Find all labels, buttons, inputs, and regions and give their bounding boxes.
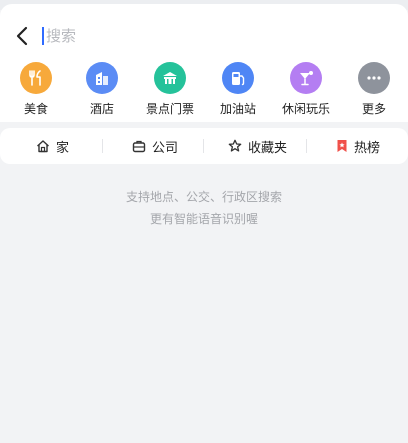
category-label: 加油站 — [219, 102, 256, 116]
home-icon — [37, 140, 49, 153]
category-label: 休闲玩乐 — [281, 102, 330, 116]
search-input[interactable] — [46, 27, 366, 45]
bookmark-icon — [337, 140, 347, 152]
category-food[interactable]: 美食 — [2, 62, 70, 117]
category-row: 美食 酒店 景点门票 加油站 休闲玩乐 更多 — [0, 62, 408, 122]
more-icon — [358, 62, 390, 94]
hotel-icon — [86, 62, 118, 94]
chevron-left-icon — [16, 26, 28, 46]
divider — [102, 139, 103, 153]
hint-line: 更有智能语音识别喔 — [149, 212, 258, 226]
company-label: 公司 — [152, 140, 179, 156]
hot-list-shortcut[interactable]: 热榜 — [336, 128, 380, 164]
favorites-label: 收藏夹 — [248, 140, 288, 156]
category-label: 更多 — [361, 102, 386, 116]
company-shortcut[interactable]: 公司 — [132, 128, 178, 164]
favorites-shortcut[interactable]: 收藏夹 — [228, 128, 287, 164]
hint-line: 支持地点、公交、行政区搜索 — [125, 190, 282, 204]
category-scenic[interactable]: 景点门票 — [136, 62, 204, 117]
category-leisure[interactable]: 休闲玩乐 — [272, 62, 340, 117]
category-more[interactable]: 更多 — [340, 62, 408, 117]
leisure-icon — [290, 62, 322, 94]
home-shortcut[interactable]: 家 — [36, 128, 69, 164]
text-caret — [42, 27, 44, 45]
search-hint: 支持地点、公交、行政区搜索 更有智能语音识别喔 — [0, 186, 408, 230]
quick-links-bar: 家 公司 收藏夹 热榜 — [0, 128, 408, 164]
category-fuel[interactable]: 加油站 — [204, 62, 272, 117]
search-header-card: 美食 酒店 — [0, 4, 408, 122]
star-icon — [228, 139, 242, 152]
category-label: 酒店 — [89, 102, 114, 116]
home-label: 家 — [56, 140, 70, 156]
divider — [306, 139, 307, 153]
divider — [203, 139, 204, 153]
back-button[interactable] — [10, 24, 34, 48]
briefcase-icon — [132, 140, 146, 153]
search-bar — [42, 22, 392, 50]
food-icon — [20, 62, 52, 94]
category-label: 景点门票 — [145, 102, 194, 116]
scenic-icon — [154, 62, 186, 94]
category-hotel[interactable]: 酒店 — [68, 62, 136, 117]
hot-list-label: 热榜 — [354, 140, 381, 156]
category-label: 美食 — [23, 102, 48, 116]
fuel-icon — [222, 62, 254, 94]
